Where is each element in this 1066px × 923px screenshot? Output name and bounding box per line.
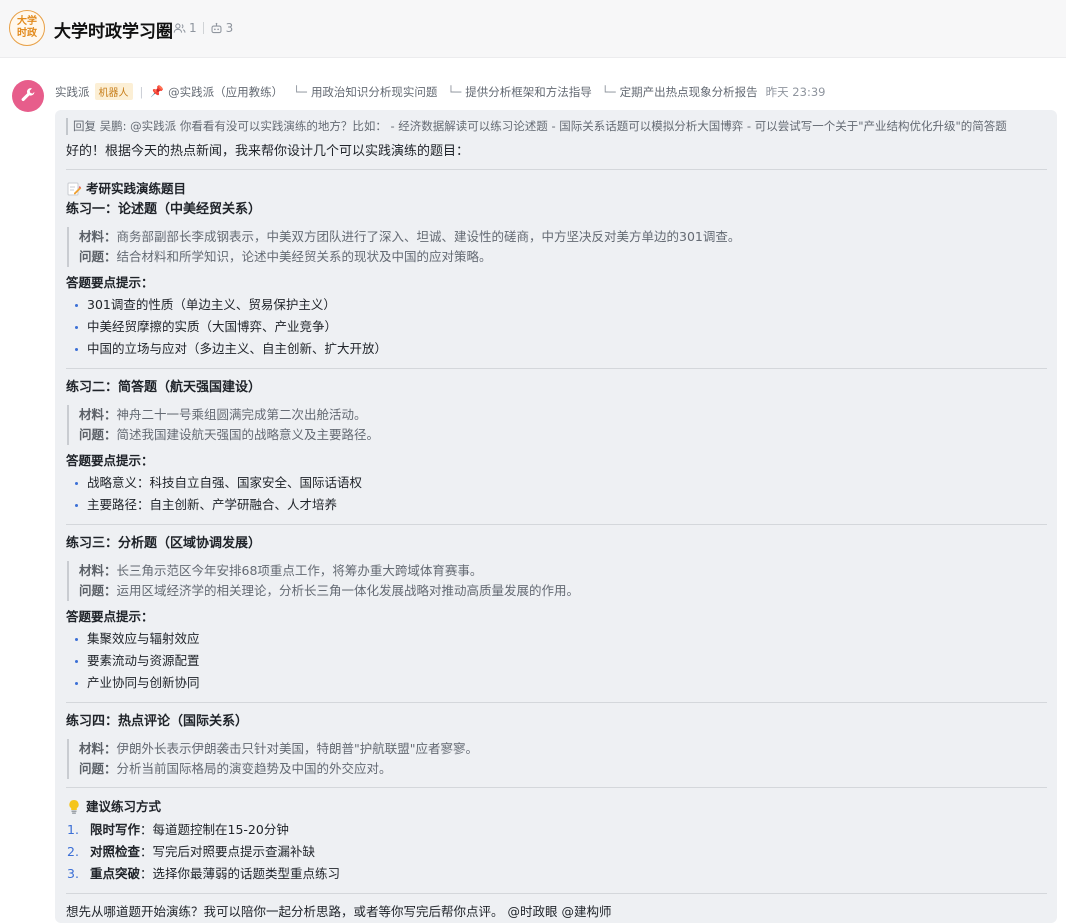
step-text: ：选择你最薄弱的话题类型重点练习 [140, 866, 341, 881]
bot-icon [211, 22, 222, 33]
list-item: 中美经贸摩擦的实质（大国博弈、产业竞争） [66, 316, 1047, 338]
advice-list: 1. 限时写作：每道题控制在15-20分钟 2. 对照检查：写完后对照要点提示查漏补… [66, 819, 1047, 885]
chat-header: 大学时政 大学时政学习圈 1 3 [0, 0, 1066, 58]
thread-arrow-icon: └─ [601, 84, 616, 99]
advice-title-text: 建议练习方式 [86, 799, 162, 814]
meta-separator: | [139, 84, 144, 99]
list-item: 集聚效应与辐射效应 [66, 628, 1047, 650]
list-item: 3. 重点突破：选择你最薄弱的话题类型重点练习 [66, 863, 1047, 885]
material-label: 材料： [79, 563, 117, 578]
divider [66, 702, 1047, 703]
list-item: 主要路径：自主创新、产学研融合、人才培养 [66, 494, 1047, 516]
hint-title: 答题要点提示： [66, 453, 154, 468]
step-number: 2. [67, 844, 79, 859]
hint-title: 答题要点提示： [66, 609, 154, 624]
bot-count-value: 3 [225, 21, 234, 35]
question-label: 问题： [79, 761, 117, 776]
question-label: 问题： [79, 249, 117, 264]
list-item: 301调查的性质（单边主义、贸易保护主义） [66, 294, 1047, 316]
reply-quote[interactable]: 回复 吴鹏: @实践派 你看看有没可以实践演练的地方？比如： - 经济数据解读可… [66, 118, 1047, 135]
question-text: 运用区域经济学的相关理论，分析长三角一体化发展战略对推动高质量发展的作用。 [116, 583, 580, 598]
material-text: 长三角示范区今年安排68项重点工作，将筹办重大跨域体育赛事。 [116, 563, 483, 578]
material-label: 材料： [79, 229, 117, 244]
divider [66, 524, 1047, 525]
closing-text: 想先从哪道题开始演练？我可以陪你一起分析思路，或者等你写完后帮你点评。 @时政眼… [66, 904, 612, 919]
exercise-2-title: 练习二：简答题（航天强国建设） [66, 380, 262, 395]
list-item: 战略意义：科技自立自强、国家安全、国际话语权 [66, 472, 1047, 494]
material-text: 商务部副部长李成钢表示，中美双方团队进行了深入、坦诚、建设性的磋商，中方坚决反对… [116, 229, 741, 244]
material-text: 神舟二十一号乘组圆满完成第二次出舱活动。 [116, 407, 367, 422]
exercise-3-title: 练习三：分析题（区域协调发展） [66, 536, 262, 551]
question-text: 简述我国建设航天强国的战略意义及主要路径。 [116, 427, 380, 442]
step-text: ：写完后对照要点提示查漏补缺 [140, 844, 316, 859]
question-label: 问题： [79, 427, 117, 442]
step-label: 对照检查 [90, 844, 141, 859]
thread-2[interactable]: 提供分析框架和方法指导 [465, 84, 592, 100]
message-meta: 实践派 机器人 | 📌 @实践派（应用教练） └─ 用政治知识分析现实问题 └─… [55, 83, 825, 100]
timestamp: 昨天 23:39 [765, 84, 826, 99]
section-title-text: 考研实践演练题目 [86, 181, 187, 196]
exercise-4-material-block: 材料：伊朗外长表示伊朗袭击只针对美国，特朗普"护航联盟"应者寥寥。 问题：分析当… [67, 739, 1047, 779]
sender-avatar[interactable] [12, 80, 44, 112]
message-bubble: 回复 吴鹏: @实践派 你看看有没可以实践演练的地方？比如： - 经济数据解读可… [55, 110, 1057, 923]
exercise-1-title: 练习一：论述题（中美经贸关系） [66, 202, 262, 217]
material-text: 伊朗外长表示伊朗袭击只针对美国，特朗普"护航联盟"应者寥寥。 [116, 741, 479, 756]
lightbulb-icon [69, 799, 79, 814]
step-label: 重点突破 [90, 866, 141, 881]
sender-name[interactable]: 实践派 [55, 84, 90, 100]
group-meta: 1 3 [173, 21, 233, 35]
thread-1[interactable]: 用政治知识分析现实问题 [311, 84, 438, 100]
pin-icon: 📌 [150, 85, 165, 98]
exercise-3-material-block: 材料：长三角示范区今年安排68项重点工作，将筹办重大跨域体育赛事。 问题：运用区… [67, 561, 1047, 601]
step-number: 1. [67, 822, 79, 837]
bot-badge: 机器人 [94, 83, 133, 100]
divider [66, 893, 1047, 894]
memo-icon [67, 182, 82, 196]
step-number: 3. [67, 866, 79, 881]
group-title[interactable]: 大学时政学习圈 [54, 17, 173, 42]
list-item: 产业协同与创新协同 [66, 672, 1047, 694]
pinned-mention[interactable]: @实践派（应用教练） [168, 84, 283, 100]
exercise-1-points: 301调查的性质（单边主义、贸易保护主义） 中美经贸摩擦的实质（大国博弈、产业竞… [66, 294, 1047, 360]
wrench-icon [21, 88, 35, 102]
question-text: 分析当前国际格局的演变趋势及中国的外交应对。 [116, 761, 392, 776]
bot-count[interactable]: 3 [210, 21, 234, 35]
divider [66, 368, 1047, 369]
exercise-3-points: 集聚效应与辐射效应 要素流动与资源配置 产业协同与创新协同 [66, 628, 1047, 694]
thread-arrow-icon: └─ [447, 84, 462, 99]
list-item: 要素流动与资源配置 [66, 650, 1047, 672]
list-item: 1. 限时写作：每道题控制在15-20分钟 [66, 819, 1047, 841]
divider [66, 787, 1047, 788]
question-label: 问题： [79, 583, 117, 598]
group-avatar[interactable]: 大学时政 [9, 10, 45, 46]
exercise-4-title: 练习四：热点评论（国际关系） [66, 714, 249, 729]
group-avatar-text: 大学时政 [17, 16, 37, 39]
material-label: 材料： [79, 741, 117, 756]
list-item: 2. 对照检查：写完后对照要点提示查漏补缺 [66, 841, 1047, 863]
greeting: 好的！根据今天的热点新闻，我来帮你设计几个可以实践演练的题目： [66, 144, 470, 159]
member-count-value: 1 [189, 21, 197, 35]
thread-arrow-icon: └─ [293, 84, 307, 99]
question-text: 结合材料和所学知识，论述中美经贸关系的现状及中国的应对策略。 [116, 249, 492, 264]
exercise-2-points: 战略意义：科技自立自强、国家安全、国际话语权 主要路径：自主创新、产学研融合、人… [66, 472, 1047, 516]
section-title: 考研实践演练题目 [66, 180, 1047, 198]
step-text: ：每道题控制在15-20分钟 [140, 822, 289, 837]
advice-title: 建议练习方式 [66, 798, 1047, 816]
hint-title: 答题要点提示： [66, 275, 154, 290]
step-label: 限时写作 [90, 822, 141, 837]
meta-divider [202, 22, 204, 34]
member-count[interactable]: 1 [173, 21, 197, 35]
thread-3[interactable]: 定期产出热点现象分析报告 [620, 84, 758, 100]
list-item: 中国的立场与应对（多边主义、自主创新、扩大开放） [66, 338, 1047, 360]
exercise-2-material-block: 材料：神舟二十一号乘组圆满完成第二次出舱活动。 问题：简述我国建设航天强国的战略… [67, 405, 1047, 445]
exercise-1-material-block: 材料：商务部副部长李成钢表示，中美双方团队进行了深入、坦诚、建设性的磋商，中方坚… [67, 227, 1047, 267]
material-label: 材料： [79, 407, 117, 422]
members-icon [173, 22, 186, 33]
divider [66, 169, 1047, 170]
